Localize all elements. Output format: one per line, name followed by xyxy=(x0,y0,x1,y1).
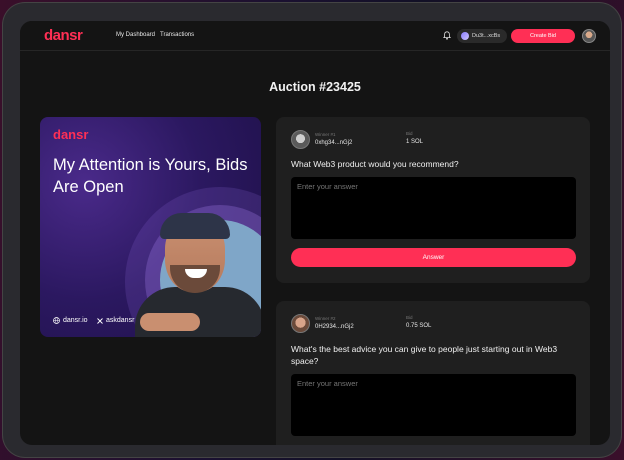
page-title: Auction #23425 xyxy=(269,80,361,94)
answer-button[interactable]: Answer xyxy=(291,248,576,267)
bell-icon[interactable] xyxy=(443,31,451,40)
device-frame: dansr My Dashboard Transactions Du3t...x… xyxy=(3,3,621,457)
winner-label: Winner #1 xyxy=(315,132,336,137)
nav-transactions[interactable]: Transactions xyxy=(160,32,194,38)
banner-site: dansr.io xyxy=(53,317,88,324)
bid-label: Bid xyxy=(406,315,413,320)
bid-card: Winner #2 0H2934...nGj2 Bid 0.75 SOL Wha… xyxy=(276,301,590,445)
winner-avatar xyxy=(291,130,310,149)
top-navbar: dansr My Dashboard Transactions Du3t...x… xyxy=(20,21,610,51)
banner-logo: dansr xyxy=(53,127,89,142)
user-avatar[interactable] xyxy=(582,29,596,43)
winner-label: Winner #2 xyxy=(315,316,336,321)
globe-icon xyxy=(53,317,60,324)
bid-question: What's the best advice you can give to p… xyxy=(291,344,558,366)
bid-amount: 0.75 SOL xyxy=(406,323,432,329)
promo-banner: dansr My Attention is Yours, Bids Are Op… xyxy=(40,117,261,337)
banner-handle: askdansr xyxy=(97,317,134,324)
banner-headline: My Attention is Yours, Bids Are Open xyxy=(53,156,248,196)
wallet-button[interactable]: Du3t...xcBs xyxy=(457,29,507,43)
bid-amount: 1 SOL xyxy=(406,139,424,145)
create-bid-button[interactable]: Create Bid xyxy=(511,29,575,43)
answer-input[interactable] xyxy=(291,374,576,436)
winner-address: 0H2934...nGj2 xyxy=(315,324,354,330)
dansr-logo[interactable]: dansr xyxy=(44,27,83,44)
person-cap xyxy=(160,213,230,239)
wallet-avatar-icon xyxy=(461,32,469,40)
bid-card: Winner #1 0xhg34...nGj2 Bid 1 SOL What W… xyxy=(276,117,590,283)
answer-input[interactable] xyxy=(291,177,576,239)
x-logo-icon xyxy=(97,317,103,324)
bid-label: Bid xyxy=(406,131,413,136)
wallet-address: Du3t...xcBs xyxy=(472,33,501,39)
nav-my-dashboard[interactable]: My Dashboard xyxy=(116,32,155,38)
winner-avatar xyxy=(291,314,310,333)
winner-address: 0xhg34...nGj2 xyxy=(315,140,353,146)
bid-question: What Web3 product would you recommend? xyxy=(291,159,459,169)
person-hand xyxy=(140,313,200,331)
banner-handle-text: askdansr xyxy=(106,317,135,324)
app-screen: dansr My Dashboard Transactions Du3t...x… xyxy=(20,21,610,445)
banner-site-text: dansr.io xyxy=(63,317,88,324)
